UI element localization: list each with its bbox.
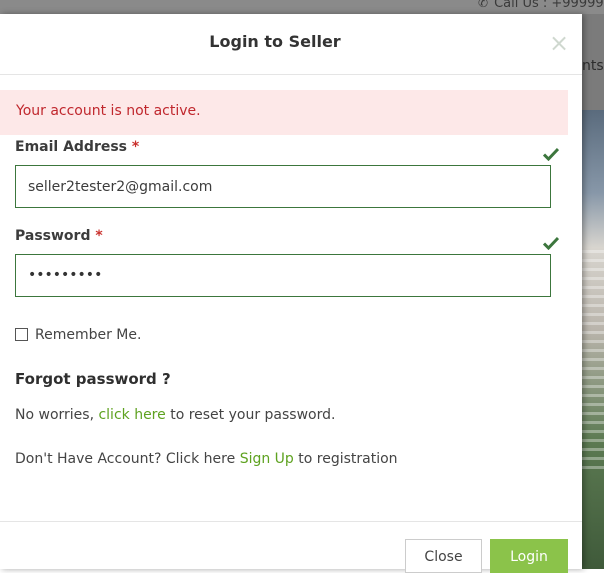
remember-me-label[interactable]: Remember Me. bbox=[35, 327, 141, 343]
signup-prefix: Don't Have Account? Click here bbox=[15, 451, 240, 467]
reset-prefix: No worries, bbox=[15, 407, 99, 423]
error-alert: Your account is not active. bbox=[0, 90, 568, 135]
remember-me-checkbox[interactable] bbox=[15, 328, 28, 341]
email-label-text: Email Address bbox=[15, 139, 128, 155]
modal-title: Login to Seller bbox=[209, 32, 341, 51]
password-field[interactable] bbox=[15, 254, 551, 297]
signup-link[interactable]: Sign Up bbox=[240, 451, 294, 467]
required-marker: * bbox=[131, 139, 140, 155]
signup-text: Don't Have Account? Click here Sign Up t… bbox=[15, 451, 398, 467]
phone-icon: ✆ bbox=[478, 0, 489, 10]
required-marker: * bbox=[95, 228, 103, 244]
email-field[interactable] bbox=[15, 165, 551, 208]
check-icon bbox=[543, 147, 559, 161]
background-contact: ✆ Call Us : +99999 bbox=[478, 0, 604, 11]
contact-text: Call Us : +99999 bbox=[494, 0, 604, 11]
password-label-text: Password bbox=[15, 228, 91, 244]
modal-footer: Close Login bbox=[0, 521, 582, 573]
background-nav-fragment: nts bbox=[582, 58, 604, 74]
reset-suffix: to reset your password. bbox=[165, 407, 336, 423]
close-icon[interactable]: × bbox=[548, 30, 570, 56]
check-icon bbox=[543, 236, 559, 250]
alert-message: Your account is not active. bbox=[16, 103, 201, 119]
email-label: Email Address * bbox=[15, 139, 139, 155]
reset-password-link[interactable]: click here bbox=[98, 407, 165, 423]
close-button[interactable]: Close bbox=[405, 539, 482, 573]
signup-suffix: to registration bbox=[293, 451, 398, 467]
reset-password-text: No worries, click here to reset your pas… bbox=[15, 407, 335, 423]
forgot-password-heading: Forgot password ? bbox=[15, 370, 171, 388]
login-modal: Login to Seller × Your account is not ac… bbox=[0, 14, 582, 573]
login-button[interactable]: Login bbox=[490, 539, 568, 573]
modal-header: Login to Seller × bbox=[0, 14, 582, 75]
background-house-siding bbox=[582, 250, 604, 470]
password-label: Password * bbox=[15, 228, 103, 244]
